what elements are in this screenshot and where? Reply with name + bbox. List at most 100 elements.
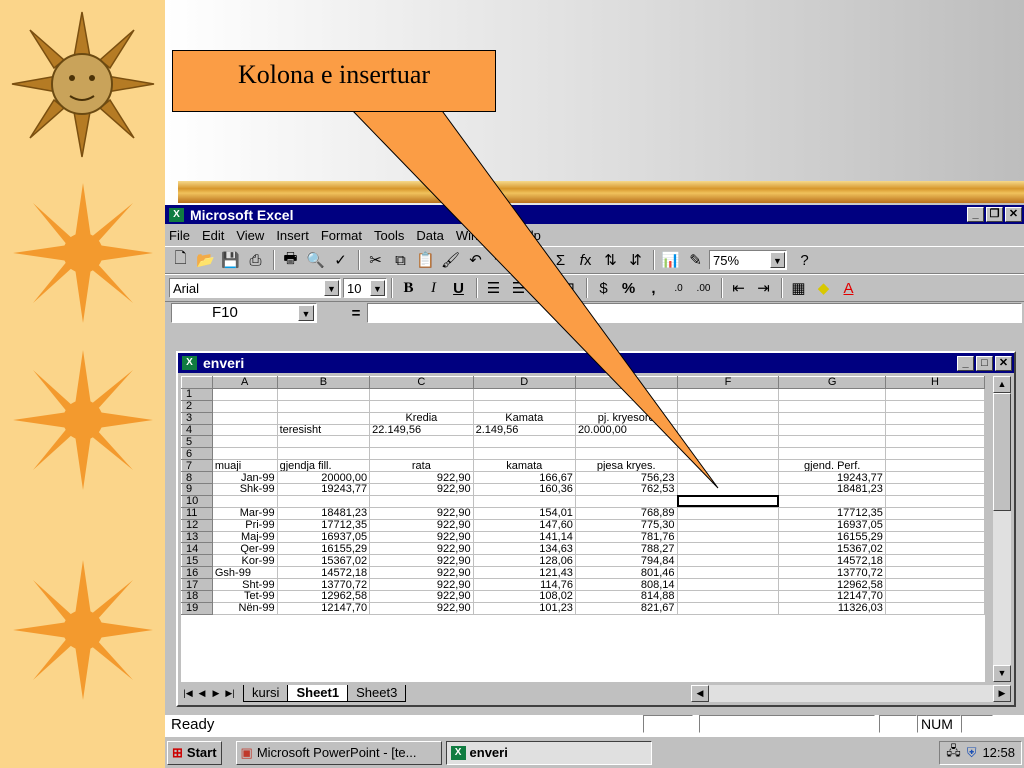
taskbar-item-enveri[interactable]: X enveri — [445, 740, 652, 765]
menu-data[interactable]: Data — [416, 228, 443, 243]
cell-h18[interactable] — [884, 590, 985, 603]
formula-equals-button[interactable]: = — [345, 305, 367, 322]
cell-c2[interactable] — [369, 399, 474, 413]
chevron-down-icon[interactable]: ▼ — [298, 305, 314, 321]
column-header[interactable]: D — [472, 376, 576, 389]
cell-c8[interactable]: 922,90 — [369, 471, 474, 485]
cell-f10[interactable] — [676, 494, 780, 508]
cell-f13[interactable] — [676, 530, 780, 544]
help-icon[interactable]: ? — [793, 249, 816, 271]
cell-a11[interactable]: Mar-99 — [211, 506, 278, 520]
cell-b3[interactable] — [276, 411, 371, 425]
cell-a10[interactable] — [211, 494, 278, 508]
cell-c13[interactable]: 922,90 — [369, 530, 474, 544]
cell-b14[interactable]: 16155,29 — [276, 542, 371, 556]
close-button[interactable]: ✕ — [1005, 207, 1022, 222]
cell-a3[interactable] — [211, 411, 278, 425]
menu-view[interactable]: View — [236, 228, 264, 243]
close-button[interactable]: ✕ — [995, 355, 1012, 371]
cell-b1[interactable] — [276, 387, 371, 401]
align-left-icon[interactable]: ☰ — [482, 277, 505, 299]
cell-b10[interactable] — [276, 494, 371, 508]
cell-a8[interactable]: Jan-99 — [211, 471, 278, 485]
cell-e4[interactable]: 20.000,00 — [574, 423, 678, 437]
cell-e8[interactable]: 756,23 — [574, 471, 678, 485]
cell-b9[interactable]: 19243,77 — [276, 483, 371, 496]
cell-g14[interactable]: 15367,02 — [778, 542, 886, 556]
formula-input[interactable] — [367, 303, 1022, 323]
cell-g8[interactable]: 19243,77 — [778, 471, 886, 485]
cell-g4[interactable] — [778, 423, 886, 437]
row-header[interactable]: 18 — [181, 590, 213, 603]
cell-h2[interactable] — [884, 399, 985, 413]
column-header[interactable]: F — [676, 376, 780, 389]
cell-a13[interactable]: Maj-99 — [211, 530, 278, 544]
cell-c5[interactable] — [369, 435, 474, 449]
cell-h5[interactable] — [884, 435, 985, 449]
sheet-tab-kursi[interactable]: kursi — [243, 684, 289, 702]
cell-f2[interactable] — [676, 399, 780, 413]
increase-indent-icon[interactable]: ⇥ — [752, 277, 775, 299]
comma-style-icon[interactable]: , — [642, 277, 665, 299]
cell-g13[interactable]: 16155,29 — [778, 530, 886, 544]
menu-help[interactable]: Help — [514, 228, 541, 243]
cell-b8[interactable]: 20000,00 — [276, 471, 371, 485]
row-header[interactable]: 15 — [181, 554, 213, 568]
cell-g2[interactable] — [778, 399, 886, 413]
cell-h1[interactable] — [884, 387, 985, 401]
cell-h17[interactable] — [884, 578, 985, 592]
cell-e10[interactable] — [574, 494, 678, 508]
cell-h3[interactable] — [884, 411, 985, 425]
decrease-decimal-icon[interactable]: .00 — [692, 277, 715, 299]
minimize-button[interactable]: _ — [957, 355, 974, 371]
cell-e15[interactable]: 794,84 — [574, 554, 678, 568]
cell-c16[interactable]: 922,90 — [369, 566, 474, 580]
cell-h12[interactable] — [884, 518, 985, 532]
cell-f17[interactable] — [676, 578, 780, 592]
cell-d18[interactable]: 108,02 — [472, 590, 576, 603]
cell-f7[interactable] — [676, 459, 780, 473]
font-size-select[interactable]: 10 ▼ — [343, 278, 387, 298]
font-name-select[interactable]: Arial ▼ — [169, 278, 341, 298]
scroll-thumb[interactable] — [993, 393, 1011, 511]
last-sheet-icon[interactable]: ▶| — [223, 685, 237, 701]
cell-e1[interactable] — [574, 387, 678, 401]
chevron-down-icon[interactable]: ▼ — [770, 252, 785, 268]
borders-icon[interactable]: ▦ — [787, 277, 810, 299]
cell-h11[interactable] — [884, 506, 985, 520]
cell-c15[interactable]: 922,90 — [369, 554, 474, 568]
cell-d5[interactable] — [472, 435, 576, 449]
maximize-button[interactable]: □ — [976, 355, 993, 371]
cell-e18[interactable]: 814,88 — [574, 590, 678, 603]
cell-a19[interactable]: Nën-99 — [211, 601, 278, 615]
redo-icon[interactable]: ↷ — [489, 249, 512, 271]
row-header[interactable]: 10 — [181, 494, 213, 508]
cell-g6[interactable] — [778, 447, 886, 461]
sort-ascending-icon[interactable]: ⇅ — [599, 249, 622, 271]
function-icon[interactable]: fx — [574, 249, 597, 271]
cell-b2[interactable] — [276, 399, 371, 413]
row-header[interactable]: 1 — [181, 387, 213, 401]
cell-c9[interactable]: 922,90 — [369, 483, 474, 496]
first-sheet-icon[interactable]: |◀ — [181, 685, 195, 701]
cell-b18[interactable]: 12962,58 — [276, 590, 371, 603]
cell-c10[interactable] — [369, 494, 474, 508]
cell-f3[interactable] — [676, 411, 780, 425]
merge-center-icon[interactable]: ⊞ — [557, 277, 580, 299]
cell-e12[interactable]: 775,30 — [574, 518, 678, 532]
column-header[interactable]: E — [574, 376, 678, 389]
cell-g19[interactable]: 11326,03 — [778, 601, 886, 615]
cell-c18[interactable]: 922,90 — [369, 590, 474, 603]
cell-d10[interactable] — [472, 494, 576, 508]
cell-b7[interactable]: gjendja fill. — [276, 459, 371, 473]
decrease-indent-icon[interactable]: ⇤ — [727, 277, 750, 299]
cell-f15[interactable] — [676, 554, 780, 568]
cell-d11[interactable]: 154,01 — [472, 506, 576, 520]
row-header[interactable]: 6 — [181, 447, 213, 461]
cell-c6[interactable] — [369, 447, 474, 461]
cell-f12[interactable] — [676, 518, 780, 532]
name-box[interactable]: F10 ▼ — [171, 303, 317, 323]
prev-sheet-icon[interactable]: ◀ — [195, 685, 209, 701]
cell-d7[interactable]: kamata — [472, 459, 576, 473]
cell-e2[interactable] — [574, 399, 678, 413]
